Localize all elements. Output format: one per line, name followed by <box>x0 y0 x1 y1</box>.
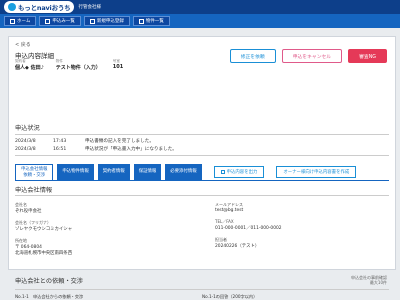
tel-fax-value: 011-000-0001／011-000-0002 <box>215 226 282 231</box>
logo-mark-icon <box>8 3 16 11</box>
status-row: 2024/3/8 17:43 申込書類の記入を完了しました。 <box>15 138 154 145</box>
status-row: 2024/3/8 16:51 申込状況が「申込書入力中」になりました。 <box>15 146 177 153</box>
meta-room-value: 101 <box>112 64 124 70</box>
building-icon <box>138 18 144 24</box>
negotiation-section-title: 申込会社との依頼・交渉 <box>15 278 83 285</box>
list-icon <box>45 18 51 24</box>
application-meta: 契約者 個人◆ 佐田♪ 物件 テスト物件（入力） 号室 101 <box>15 59 123 71</box>
tab-property-info[interactable]: 申込物件情報 <box>57 164 94 180</box>
company-info: 会社名 ぞれ役申会社 会社名（フリガナ） ゾレヤクモウシコミカイシャ 所在地 〒… <box>15 195 389 256</box>
status-log: 2024/3/8 17:43 申込書類の記入を完了しました。 2024/3/8 16:… <box>15 134 389 156</box>
company-name: 行管会社様 <box>78 5 101 10</box>
meta-property-value: テスト物件（入力） <box>55 65 101 71</box>
company-name-value: ぞれ役申会社 <box>15 209 42 214</box>
nav-new-application[interactable]: 新規申込登録 <box>83 16 130 26</box>
back-link[interactable]: < 戻る <box>15 41 31 48</box>
tab-guarantee-info[interactable]: 保証情報 <box>133 164 162 180</box>
home-icon <box>10 18 15 24</box>
tab-attachments[interactable]: 必要添付情報 <box>165 164 202 180</box>
nav-properties[interactable]: 物件一覧 <box>132 16 170 26</box>
negotiation-request-header: No.1-1 申込会社からの依頼・交渉 <box>15 294 84 299</box>
app-logo[interactable]: もっとnaviおうち <box>4 1 75 13</box>
tab-contractor-info[interactable]: 契約者情報 <box>97 164 130 180</box>
print-icon <box>220 170 225 174</box>
screening-ng-button[interactable]: 審査NG <box>348 49 387 63</box>
request-correction-button[interactable]: 修正を依頼 <box>229 49 276 63</box>
meta-contractor-value: 個人◆ 佐田♪ <box>15 65 44 71</box>
company-address-value: 北海道札幌市中央区南四条西 <box>15 251 73 256</box>
negotiation-answer-header: No.1-1の回答（200字以内） <box>202 294 258 299</box>
tab-company-info[interactable]: 申込会社情報 依頼・交渉 <box>15 164 54 180</box>
nav-applications[interactable]: 申込み一覧 <box>39 16 81 26</box>
nav-home[interactable]: ホーム <box>4 16 37 26</box>
app-header: もっとnaviおうち 行管会社様 <box>0 0 400 14</box>
cancel-application-button[interactable]: 申込をキャンセル <box>281 49 343 63</box>
export-application-button[interactable]: 申込内容を出力 <box>213 166 265 178</box>
add-icon <box>89 18 95 24</box>
application-detail-panel: < 戻る 申込内容詳細 契約者 個人◆ 佐田♪ 物件 テスト物件（入力） 号室 101… <box>8 36 396 299</box>
create-owner-document-button[interactable]: オーナー様向け申込内容書を作成 <box>276 166 357 178</box>
status-section-title: 申込状況 <box>15 125 40 132</box>
tab-divider <box>15 180 389 181</box>
email-value: test@bg.test <box>215 208 244 213</box>
person-value: 20240226（テスト） <box>215 244 260 249</box>
detail-tabs: 申込会社情報 依頼・交渉 申込物件情報 契約者情報 保証情報 必要添付情報 申込内… <box>15 164 357 180</box>
company-section-title: 申込会社情報 <box>15 187 53 194</box>
negotiation-header: No.1-1 申込会社からの依頼・交渉 No.1-1の回答（200字以内） <box>15 289 389 300</box>
company-kana-value: ゾレヤクモウシコミカイシャ <box>15 227 73 232</box>
main-nav: ホーム 申込み一覧 新規申込登録 物件一覧 <box>0 14 400 28</box>
negotiation-note: 申込会社の事前確認 最大10件 <box>351 275 387 286</box>
action-buttons: 修正を依頼 申込をキャンセル 審査NG <box>229 49 387 63</box>
